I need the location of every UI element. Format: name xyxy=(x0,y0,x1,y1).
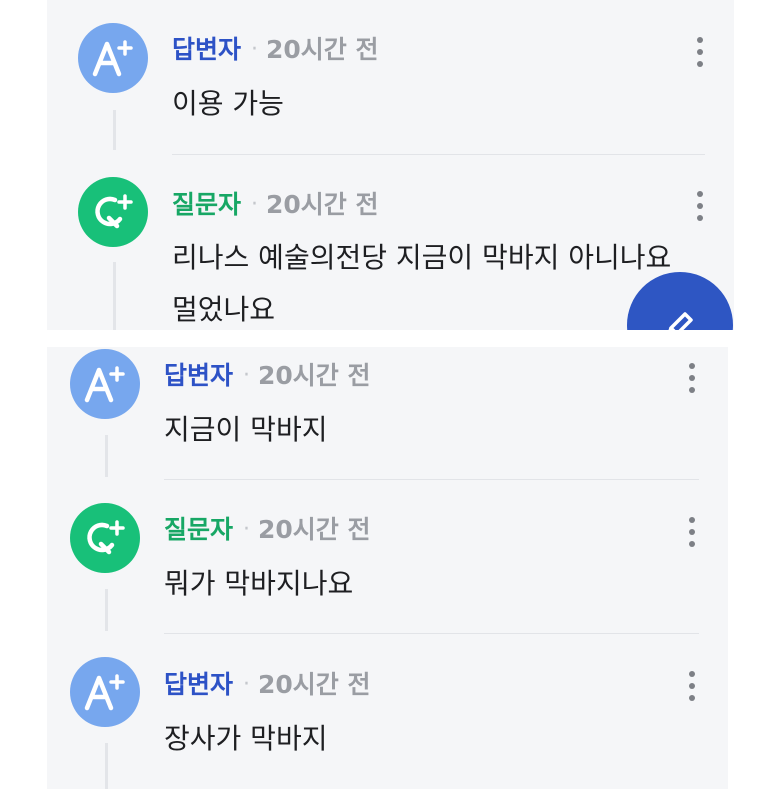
comment-meta: 답변자 · 20시간 전 xyxy=(164,670,371,700)
divider xyxy=(172,154,705,155)
divider xyxy=(164,633,699,634)
comment-text: 뭐가 막바지나요 xyxy=(164,567,354,600)
comment-meta: 질문자 · 20시간 전 xyxy=(164,515,371,545)
answerer-avatar xyxy=(70,657,140,727)
meta-separator: · xyxy=(243,672,251,697)
more-vertical-icon[interactable] xyxy=(687,517,697,547)
meta-separator: · xyxy=(243,517,251,542)
thread-line xyxy=(105,743,108,789)
asker-avatar xyxy=(70,503,140,573)
a-plus-icon xyxy=(92,40,133,77)
comment-text: 리나스 예술의전당 지금이 막바지 아니나요 xyxy=(172,241,672,274)
meta-separator: · xyxy=(251,192,259,217)
comment-text: 멀었나요 xyxy=(172,293,276,326)
pencil-icon xyxy=(668,312,693,330)
meta-separator: · xyxy=(243,363,251,388)
role-label: 답변자 xyxy=(164,361,234,390)
more-vertical-icon[interactable] xyxy=(695,37,705,67)
role-label: 답변자 xyxy=(172,35,242,64)
answerer-avatar xyxy=(70,349,140,419)
timestamp: 20시간 전 xyxy=(258,515,371,544)
a-plus-icon xyxy=(84,674,125,711)
comment-thread-bottom: 답변자 · 20시간 전 지금이 막바지 질문자 · 20시간 전 뭐가 막바지… xyxy=(47,347,728,789)
role-label: 질문자 xyxy=(172,190,242,219)
thread-line xyxy=(105,589,108,631)
meta-separator: · xyxy=(251,37,259,62)
a-plus-icon xyxy=(84,366,125,403)
more-vertical-icon[interactable] xyxy=(687,671,697,701)
comment-meta: 답변자 · 20시간 전 xyxy=(164,361,371,391)
comment-meta: 질문자 · 20시간 전 xyxy=(172,190,379,220)
write-fab-button[interactable] xyxy=(627,272,733,330)
timestamp: 20시간 전 xyxy=(258,670,371,699)
divider xyxy=(164,479,699,480)
role-label: 질문자 xyxy=(164,515,234,544)
more-vertical-icon[interactable] xyxy=(695,191,705,221)
comment-text: 장사가 막바지 xyxy=(164,722,328,755)
thread-line xyxy=(113,110,116,150)
thread-line xyxy=(113,262,116,330)
role-label: 답변자 xyxy=(164,670,234,699)
thread-line xyxy=(105,435,108,477)
comment-meta: 답변자 · 20시간 전 xyxy=(172,35,379,65)
answerer-avatar xyxy=(78,23,148,93)
timestamp: 20시간 전 xyxy=(258,361,371,390)
asker-avatar xyxy=(78,177,148,247)
comment-text: 지금이 막바지 xyxy=(164,413,328,446)
q-plus-icon xyxy=(95,194,133,229)
timestamp: 20시간 전 xyxy=(266,35,379,64)
timestamp: 20시간 전 xyxy=(266,190,379,219)
more-vertical-icon[interactable] xyxy=(687,363,697,393)
comment-text: 이용 가능 xyxy=(172,87,284,120)
comment-thread-top: 답변자 · 20시간 전 이용 가능 질문자 · 20시간 전 리나스 예술의전… xyxy=(47,0,734,330)
q-plus-icon xyxy=(87,520,125,555)
